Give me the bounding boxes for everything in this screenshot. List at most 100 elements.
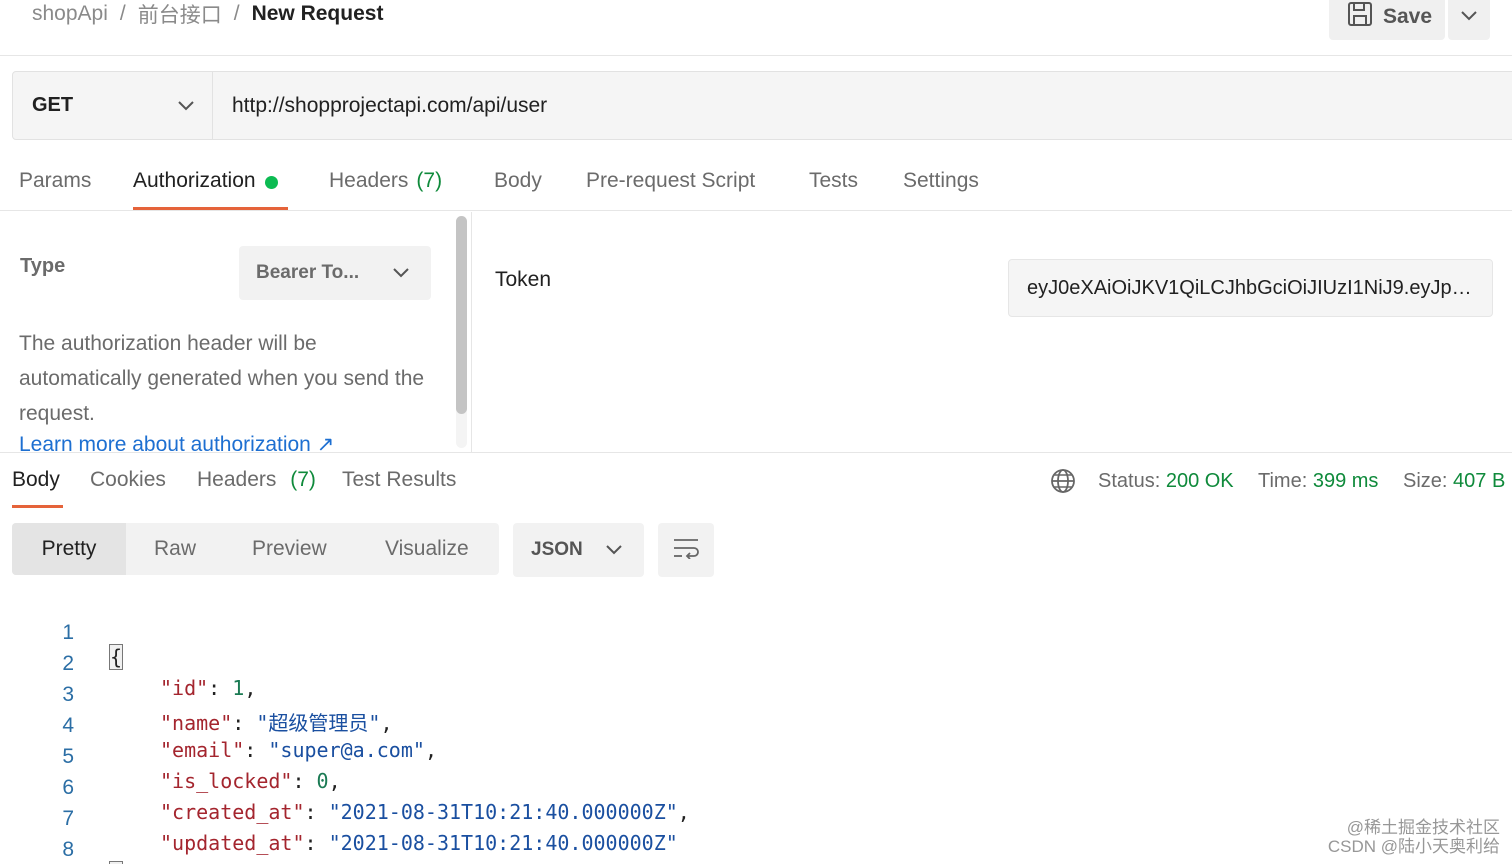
token-value: eyJ0eXAiOiJKV1QiLCJhbGciOiJIUzI1NiJ9.eyJ… <box>1027 276 1474 299</box>
code-line: 5 "is_locked": 0, <box>0 721 340 793</box>
time-label: Time: <box>1258 470 1308 492</box>
scrollbar-thumb[interactable] <box>456 216 467 414</box>
code-line: 2 "id": 1, <box>0 628 256 700</box>
tab-count: (7) <box>416 169 443 192</box>
json-string: "2021-08-31T10:21:40.000000Z" <box>328 831 678 855</box>
json-number: 1 <box>232 676 245 700</box>
json-string: "super@a.com" <box>268 738 425 762</box>
response-tab-headers[interactable]: Headers (7) <box>197 468 316 492</box>
page-title[interactable]: New Request <box>252 2 384 26</box>
code-line: 1 { <box>0 597 124 670</box>
json-comma: , <box>677 800 690 824</box>
json-comma: , <box>244 676 257 700</box>
view-raw-button[interactable]: Raw <box>154 523 196 575</box>
tab-label: Params <box>19 169 92 192</box>
tab-label: Headers <box>329 169 409 192</box>
code-line: 7 "updated_at": "2021-08-31T10:21:40.000… <box>0 783 677 855</box>
json-key: "created_at" <box>160 800 305 824</box>
tab-params[interactable]: Params <box>19 155 91 210</box>
json-key: "name" <box>160 711 233 735</box>
tab-label: Settings <box>903 169 979 192</box>
chevron-down-icon <box>178 94 194 117</box>
breadcrumb-separator: / <box>233 2 240 25</box>
response-divider[interactable] <box>0 452 1512 453</box>
breadcrumb-separator: / <box>119 2 126 25</box>
view-mode-group: Pretty Raw Preview Visualize <box>12 523 499 575</box>
size-label: Size: <box>1403 470 1448 492</box>
json-number: 0 <box>316 769 329 793</box>
json-key: "is_locked" <box>160 769 293 793</box>
save-options-button[interactable] <box>1448 0 1490 40</box>
chevron-down-icon <box>1461 8 1477 26</box>
code-line: 6 "created_at": "2021-08-31T10:21:40.000… <box>0 752 690 824</box>
code-line: 8 } <box>0 814 124 864</box>
watermark: @稀土掘金技术社区 CSDN @陆小天奥利给 <box>1328 818 1500 856</box>
type-label: Type <box>20 255 66 277</box>
tab-label: Pre-request Script <box>586 169 756 192</box>
wrap-lines-icon <box>672 537 700 564</box>
learn-more-link[interactable]: Learn more about authorization ↗ <box>19 432 334 452</box>
tab-authorization[interactable]: Authorization <box>133 155 288 210</box>
floppy-disk-icon <box>1347 1 1373 33</box>
response-status[interactable]: Status: 200 OK <box>1098 470 1234 493</box>
format-select[interactable]: JSON <box>513 523 644 577</box>
breadcrumb: shopApi / 前台接口 / New Request <box>32 0 383 28</box>
open-brace: { <box>108 644 124 670</box>
method-label: GET <box>32 94 74 116</box>
json-string: "超级管理员" <box>256 711 381 735</box>
json-key: "updated_at" <box>160 831 305 855</box>
code-line: 4 "email": "super@a.com", <box>0 690 437 762</box>
status-value: 200 OK <box>1165 470 1234 492</box>
request-tabs: Params Authorization Headers (7) Body Pr… <box>0 155 1512 211</box>
wrap-lines-button[interactable] <box>658 523 714 577</box>
tab-headers[interactable]: Headers (7) <box>329 155 442 210</box>
status-label: Status: <box>1098 470 1161 492</box>
url-input[interactable] <box>213 72 1512 139</box>
auth-type-panel: Type Bearer To... The authorization head… <box>0 212 472 452</box>
auth-type-value: Bearer To... <box>256 262 360 283</box>
response-tab-cookies[interactable]: Cookies <box>90 468 166 492</box>
top-bar: shopApi / 前台接口 / New Request Save <box>0 0 1512 56</box>
json-comma: , <box>328 769 341 793</box>
method-select[interactable]: GET <box>13 72 213 139</box>
tab-pre-request-script[interactable]: Pre-request Script <box>586 155 755 210</box>
response-tab-test-results[interactable]: Test Results <box>342 468 456 492</box>
json-comma: , <box>424 738 437 762</box>
tab-tests[interactable]: Tests <box>809 155 858 210</box>
url-bar: GET <box>12 71 1512 140</box>
auth-type-select[interactable]: Bearer To... <box>239 246 431 300</box>
globe-icon[interactable] <box>1050 468 1076 494</box>
view-visualize-button[interactable]: Visualize <box>385 523 469 575</box>
response-tab-underline <box>12 505 63 508</box>
token-label: Token <box>495 268 552 291</box>
view-pretty-button[interactable]: Pretty <box>12 523 126 575</box>
response-time[interactable]: Time: 399 ms <box>1258 470 1378 493</box>
token-input[interactable]: eyJ0eXAiOiJKV1QiLCJhbGciOiJIUzI1NiJ9.eyJ… <box>1008 259 1493 317</box>
save-label: Save <box>1383 5 1433 28</box>
tab-settings[interactable]: Settings <box>903 155 979 210</box>
code-line: 3 "name": "超级管理员", <box>0 659 392 735</box>
breadcrumb-folder[interactable]: 前台接口 <box>138 0 222 29</box>
tab-label: Headers <box>197 468 277 491</box>
json-comma: , <box>380 711 393 735</box>
tab-label: Body <box>494 169 542 192</box>
response-size[interactable]: Size: 407 B <box>1403 470 1505 493</box>
save-button[interactable]: Save <box>1329 0 1445 40</box>
auth-description: The authorization header will be automat… <box>19 332 425 425</box>
response-tab-body[interactable]: Body <box>12 468 60 492</box>
json-string: "2021-08-31T10:21:40.000000Z" <box>328 800 678 824</box>
format-value: JSON <box>531 539 583 560</box>
tab-body[interactable]: Body <box>494 155 542 210</box>
size-value: 407 B <box>1453 470 1506 492</box>
line-number: 8 <box>62 838 74 861</box>
active-indicator-icon <box>264 176 278 189</box>
chevron-down-icon <box>393 262 409 284</box>
watermark-line-2: CSDN @陆小天奥利给 <box>1327 837 1500 856</box>
json-key: "id" <box>160 676 209 700</box>
time-value: 399 ms <box>1312 470 1379 492</box>
breadcrumb-collection[interactable]: shopApi <box>32 2 108 26</box>
tab-label: Authorization <box>133 169 256 192</box>
tab-label: Tests <box>809 169 859 192</box>
watermark-line-1: @稀土掘金技术社区 <box>1346 818 1500 837</box>
view-preview-button[interactable]: Preview <box>252 523 327 575</box>
